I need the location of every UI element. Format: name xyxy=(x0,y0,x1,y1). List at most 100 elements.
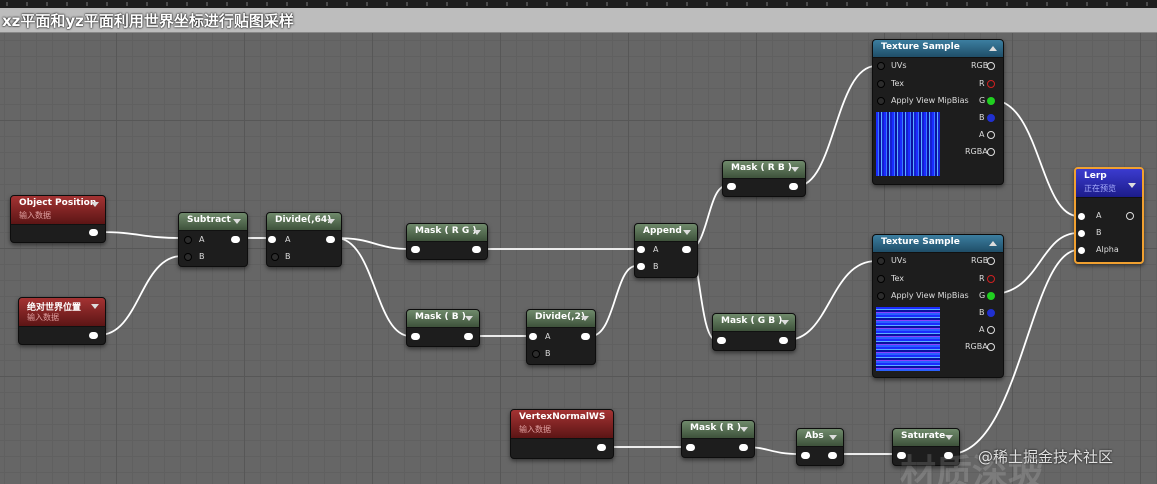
node-mask-b[interactable]: Mask ( B ) xyxy=(406,309,480,347)
pin-label-mipbias: Apply View MipBias xyxy=(891,291,969,300)
output-pin[interactable] xyxy=(597,444,606,451)
output-pin[interactable] xyxy=(231,236,240,243)
collapse-arrow-icon[interactable] xyxy=(473,230,481,235)
input-pin-uvs[interactable] xyxy=(877,62,885,70)
node-subtract[interactable]: Subtract A B xyxy=(178,212,248,267)
node-abs[interactable]: Abs xyxy=(796,428,844,466)
pin-label-b: B xyxy=(285,252,291,261)
output-pin[interactable] xyxy=(581,333,590,340)
output-pin[interactable] xyxy=(472,246,481,253)
collapse-arrow-icon[interactable] xyxy=(233,219,241,224)
pin-label-rgba: RGBA xyxy=(965,147,988,156)
output-pin[interactable] xyxy=(739,444,748,451)
output-pin-rgba[interactable] xyxy=(987,343,995,351)
pin-label-a: A xyxy=(545,332,551,341)
pin-label-uvs: UVs xyxy=(891,256,907,265)
collapse-arrow-icon[interactable] xyxy=(791,167,799,172)
collapse-arrow-icon[interactable] xyxy=(581,316,589,321)
output-pin[interactable] xyxy=(89,332,98,339)
output-pin[interactable] xyxy=(464,333,473,340)
output-pin-g[interactable] xyxy=(987,97,995,105)
node-vertex-normal-ws[interactable]: VertexNormalWS 输入数据 xyxy=(510,409,614,459)
collapse-arrow-icon[interactable] xyxy=(683,230,691,235)
output-pin-a[interactable] xyxy=(987,131,995,139)
node-title: Texture Sample xyxy=(881,42,960,52)
node-world-position[interactable]: 绝对世界位置 输入数据 xyxy=(18,297,106,345)
node-divide-64[interactable]: Divide(,64) A B xyxy=(266,212,342,267)
collapse-arrow-icon[interactable] xyxy=(91,304,99,309)
material-graph-canvas[interactable]: xz平面和yz平面利用世界坐标进行贴图采样 Object Position 输入… xyxy=(0,0,1157,484)
node-mask-gb[interactable]: Mask ( G B ) xyxy=(712,313,796,351)
output-pin[interactable] xyxy=(789,183,798,190)
node-title: Mask ( R ) xyxy=(690,423,741,433)
node-lerp[interactable]: Lerp 正在预览 A B Alpha xyxy=(1074,167,1144,264)
node-texture-sample-1[interactable]: Texture Sample UVs Tex Apply View MipBia… xyxy=(872,39,1004,185)
input-pin-a[interactable] xyxy=(1078,213,1085,220)
wire-maskgb-tex2-uvs xyxy=(786,260,877,341)
node-mask-rg[interactable]: Mask ( R G ) xyxy=(406,223,488,260)
wire-maskrb-tex1-uvs xyxy=(796,65,877,187)
collapse-arrow-icon[interactable] xyxy=(91,202,99,207)
collapse-arrow-icon[interactable] xyxy=(945,435,953,440)
output-pin-r[interactable] xyxy=(987,275,995,283)
output-pin[interactable] xyxy=(89,229,98,236)
input-pin[interactable] xyxy=(411,246,420,253)
node-title: Abs xyxy=(805,431,824,441)
input-pin-tex[interactable] xyxy=(877,275,885,283)
input-pin-b[interactable] xyxy=(1078,230,1085,237)
node-append[interactable]: Append A B xyxy=(634,223,698,278)
input-pin-mipbias[interactable] xyxy=(877,97,885,105)
collapse-arrow-icon[interactable] xyxy=(781,320,789,325)
output-pin-rgb[interactable] xyxy=(987,62,995,70)
output-pin-rgb[interactable] xyxy=(987,257,995,265)
input-pin-a[interactable] xyxy=(184,236,192,244)
output-pin[interactable] xyxy=(682,246,691,253)
input-pin[interactable] xyxy=(801,452,810,459)
output-pin[interactable] xyxy=(779,337,788,344)
output-pin[interactable] xyxy=(828,452,837,459)
node-subtitle: 正在预览 xyxy=(1084,184,1116,193)
output-pin-b[interactable] xyxy=(987,309,995,317)
collapse-arrow-icon[interactable] xyxy=(829,435,837,440)
output-pin-g[interactable] xyxy=(987,292,995,300)
input-pin-uvs[interactable] xyxy=(877,257,885,265)
output-pin-b[interactable] xyxy=(987,114,995,122)
output-pin-rgba[interactable] xyxy=(987,148,995,156)
input-pin[interactable] xyxy=(727,183,736,190)
input-pin-a[interactable] xyxy=(637,246,645,253)
input-pin-b[interactable] xyxy=(184,253,192,261)
pin-label-rgb: RGB xyxy=(971,256,989,265)
wire-objpos-subtract-a xyxy=(98,231,183,239)
collapse-arrow-icon[interactable] xyxy=(327,219,335,224)
collapse-arrow-icon[interactable] xyxy=(989,241,997,246)
input-pin[interactable] xyxy=(686,444,695,451)
pin-label-a: A xyxy=(979,325,985,334)
input-pin-alpha[interactable] xyxy=(1078,247,1085,254)
node-object-position[interactable]: Object Position 输入数据 xyxy=(10,195,106,243)
collapse-arrow-icon[interactable] xyxy=(740,427,748,432)
input-pin-mipbias[interactable] xyxy=(877,292,885,300)
input-pin-a[interactable] xyxy=(529,333,537,340)
collapse-arrow-icon[interactable] xyxy=(1128,183,1136,188)
node-texture-sample-2[interactable]: Texture Sample UVs Tex Apply View MipBia… xyxy=(872,234,1004,378)
collapse-arrow-icon[interactable] xyxy=(465,316,473,321)
input-pin-a[interactable] xyxy=(268,236,276,243)
pin-label-b: B xyxy=(653,262,659,271)
input-pin-b[interactable] xyxy=(271,253,279,261)
input-pin[interactable] xyxy=(717,337,726,344)
output-pin-r[interactable] xyxy=(987,80,995,88)
node-mask-rb[interactable]: Mask ( R B ) xyxy=(722,160,806,197)
node-subtitle: 输入数据 xyxy=(27,313,59,322)
output-pin-a[interactable] xyxy=(987,326,995,334)
pin-label-a: A xyxy=(199,235,205,244)
input-pin-b[interactable] xyxy=(532,350,540,358)
output-pin[interactable] xyxy=(1126,212,1134,220)
input-pin[interactable] xyxy=(411,333,420,340)
pin-label-b: B xyxy=(545,349,551,358)
input-pin-tex[interactable] xyxy=(877,80,885,88)
node-mask-r[interactable]: Mask ( R ) xyxy=(681,420,755,458)
collapse-arrow-icon[interactable] xyxy=(989,46,997,51)
output-pin[interactable] xyxy=(326,236,335,243)
node-divide-2[interactable]: Divide(,2) A B xyxy=(526,309,596,365)
input-pin-b[interactable] xyxy=(637,263,645,270)
